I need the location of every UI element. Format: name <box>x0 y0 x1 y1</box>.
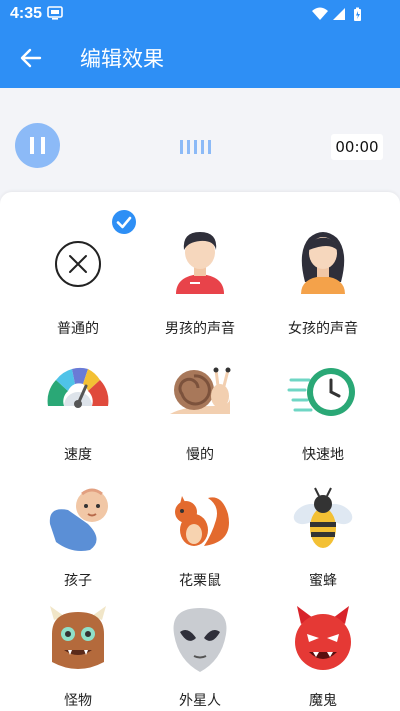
devil-icon <box>295 606 351 670</box>
effect-label: 怪物 <box>64 693 92 709</box>
selected-check-icon <box>112 210 136 234</box>
app-bar: 编辑效果 <box>0 28 400 88</box>
status-time: 4:35 <box>10 5 43 22</box>
monster-icon <box>50 606 106 669</box>
effect-monster[interactable]: 怪物 <box>13 604 143 711</box>
speedometer-icon <box>47 367 109 408</box>
notification-app-icon <box>47 6 63 20</box>
effect-child[interactable]: 孩子 <box>13 484 143 604</box>
effect-label: 男孩的声音 <box>165 321 235 337</box>
fast-clock-icon <box>287 368 355 416</box>
audio-player: 00:00 <box>0 88 400 198</box>
effect-fast[interactable]: 快速地 <box>258 358 388 478</box>
back-arrow-icon[interactable] <box>18 45 44 71</box>
effect-speed[interactable]: 速度 <box>13 358 143 478</box>
effect-bee[interactable]: 蜜蜂 <box>258 484 388 604</box>
pause-button[interactable] <box>15 123 60 168</box>
system-indicators <box>312 7 361 21</box>
squirrel-icon <box>175 496 229 546</box>
baby-icon <box>49 488 108 551</box>
alien-icon <box>173 608 227 672</box>
effect-slow[interactable]: 慢的 <box>135 358 265 478</box>
normal-cross-icon <box>55 241 101 287</box>
effect-label: 蜜蜂 <box>309 573 337 589</box>
effect-label: 孩子 <box>64 573 92 589</box>
status-bar: 4:35 <box>0 0 400 28</box>
effect-boy-voice[interactable]: 男孩的声音 <box>135 222 265 342</box>
effect-label: 花栗鼠 <box>179 573 221 589</box>
effect-label: 魔鬼 <box>309 693 337 709</box>
effect-label: 快速地 <box>302 447 344 463</box>
pause-icon-bar-right <box>41 137 45 154</box>
wifi-icon <box>312 7 328 20</box>
boy-avatar-icon <box>176 232 224 294</box>
pause-icon-bar-left <box>30 137 34 154</box>
effect-alien[interactable]: 外星人 <box>135 604 265 711</box>
effect-normal[interactable]: 普通的 <box>13 232 143 352</box>
effect-label: 女孩的声音 <box>288 321 358 337</box>
playback-timer: 00:00 <box>331 134 383 160</box>
girl-avatar-icon <box>301 232 345 294</box>
effect-label: 速度 <box>64 447 92 463</box>
effect-girl-voice[interactable]: 女孩的声音 <box>258 222 388 342</box>
bee-icon <box>293 487 353 548</box>
effect-label: 外星人 <box>179 693 221 709</box>
effect-devil[interactable]: 魔鬼 <box>258 604 388 711</box>
effect-label: 普通的 <box>57 321 99 337</box>
battery-icon <box>354 7 361 21</box>
effect-chipmunk[interactable]: 花栗鼠 <box>135 484 265 604</box>
signal-icon <box>333 8 345 20</box>
snail-icon <box>170 367 231 414</box>
effects-panel: 普通的 男孩的声音 女孩的声音 速度 慢的 快速地 孩子 花栗鼠 蜜蜂 怪物 外… <box>0 192 400 711</box>
page-title: 编辑效果 <box>80 47 164 71</box>
effect-label: 慢的 <box>186 447 214 463</box>
waveform-icon <box>180 140 212 154</box>
